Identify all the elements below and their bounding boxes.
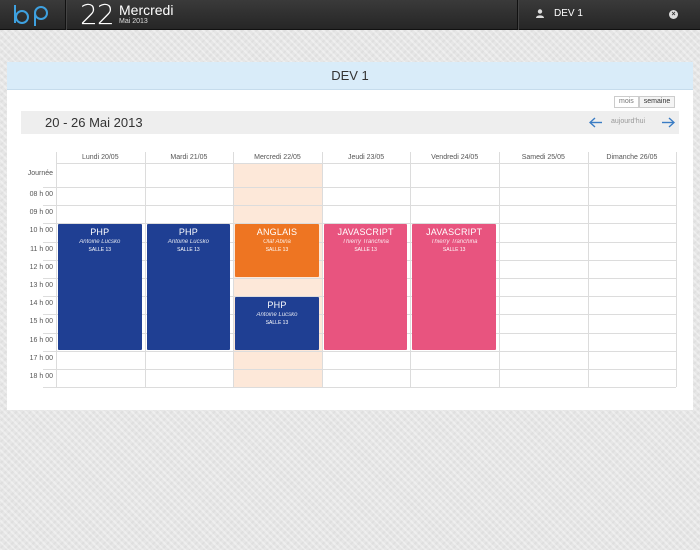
event-title: JAVASCRIPT bbox=[337, 227, 394, 238]
hour-label: 10 h 00 bbox=[29, 227, 53, 235]
grid-line bbox=[43, 187, 677, 188]
event-teacher: Antoine Lucsko bbox=[167, 239, 209, 246]
event-room: SALLE 13 bbox=[354, 247, 377, 254]
event-block[interactable]: ANGLAIS Olaf Abina SALLE 13 bbox=[235, 224, 319, 277]
arrow-left-icon[interactable] bbox=[589, 117, 603, 128]
close-icon[interactable]: × bbox=[669, 10, 678, 19]
user-menu[interactable]: DEV 1 × bbox=[517, 0, 700, 30]
hour-label: 14 h 00 bbox=[29, 300, 53, 308]
hour-label: 09 h 00 bbox=[29, 209, 53, 217]
grid-line bbox=[43, 369, 677, 370]
event-block[interactable]: PHP Antoine Lucsko SALLE 13 bbox=[58, 224, 142, 350]
today-button[interactable]: aujourd'hui bbox=[611, 118, 645, 125]
event-block[interactable]: JAVASCRIPT Thierry Tranchina SALLE 13 bbox=[412, 224, 496, 350]
day-header-tuesday: Mardi 21/05 bbox=[170, 154, 208, 161]
view-toggle: mois semaine bbox=[614, 96, 676, 108]
hour-label: 11 h 00 bbox=[30, 245, 53, 253]
event-room: SALLE 13 bbox=[265, 247, 289, 254]
event-teacher: Antoine Lucsko bbox=[256, 312, 298, 319]
day-header-thursday: Jeudi 23/05 bbox=[347, 154, 385, 161]
event-room: SALLE 13 bbox=[177, 247, 200, 254]
week-calendar: Lundi 20/05 Mardi 21/05 Mercredi 22/05 J… bbox=[21, 152, 678, 392]
event-room: SALLE 13 bbox=[265, 320, 289, 327]
hour-label: 08 h 00 bbox=[29, 191, 53, 198]
event-title: PHP bbox=[267, 300, 287, 311]
day-header-wednesday: Mercredi 22/05 bbox=[254, 154, 301, 161]
day-header-saturday: Samedi 25/05 bbox=[521, 154, 565, 161]
arrow-right-icon[interactable] bbox=[661, 117, 675, 128]
schedule-panel: DEV 1 mois semaine 20 - 26 Mai 2013 aujo… bbox=[7, 62, 693, 410]
app-logo[interactable] bbox=[0, 0, 66, 30]
calendar-toolbar: 20 - 26 Mai 2013 aujourd'hui bbox=[21, 111, 679, 134]
view-month-button[interactable]: mois bbox=[614, 96, 639, 108]
grid-line bbox=[56, 163, 677, 164]
user-icon bbox=[536, 9, 544, 18]
allday-label: Journée bbox=[27, 170, 53, 177]
event-title: ANGLAIS bbox=[256, 227, 298, 238]
event-title: JAVASCRIPT bbox=[426, 227, 483, 238]
event-teacher: Thierry Tranchina bbox=[430, 239, 478, 246]
event-room: SALLE 13 bbox=[442, 247, 466, 254]
hour-label: 13 h 00 bbox=[29, 282, 53, 289]
event-teacher: Olaf Abina bbox=[263, 239, 291, 246]
event-teacher: Thierry Tranchina bbox=[342, 239, 389, 246]
event-teacher: Antoine Lucsko bbox=[79, 239, 121, 246]
logo-icon bbox=[13, 5, 48, 26]
hour-label: 18 h 00 bbox=[29, 373, 53, 380]
top-bar: 22 Mercredi Mai 2013 DEV 1 × bbox=[0, 0, 700, 30]
day-header-sunday: Dimanche 26/05 bbox=[606, 154, 658, 161]
hour-label: 16 h 00 bbox=[29, 336, 53, 344]
day-header-friday: Vendredi 24/05 bbox=[431, 154, 479, 161]
grid-line bbox=[43, 350, 677, 352]
date-range-title: 20 - 26 Mai 2013 bbox=[45, 115, 143, 130]
event-block[interactable]: JAVASCRIPT Thierry Tranchina SALLE 13 bbox=[323, 224, 408, 350]
panel-title: DEV 1 bbox=[7, 62, 693, 90]
hour-label: 15 h 00 bbox=[29, 318, 53, 326]
hour-label: 12 h 00 bbox=[29, 263, 53, 271]
hour-label: 17 h 00 bbox=[29, 354, 53, 362]
view-week-button[interactable]: semaine bbox=[638, 96, 676, 108]
grid-line bbox=[43, 387, 677, 389]
event-block[interactable]: PHP Antoine Lucsko SALLE 13 bbox=[235, 297, 319, 350]
user-name: DEV 1 bbox=[554, 8, 583, 19]
grid-line bbox=[43, 205, 677, 207]
event-title: PHP bbox=[178, 227, 198, 238]
grid-line bbox=[676, 152, 678, 388]
day-header-monday: Lundi 20/05 bbox=[82, 154, 119, 161]
event-title: PHP bbox=[90, 227, 110, 238]
current-weekday: Mercredi bbox=[119, 2, 174, 18]
current-month-year: Mai 2013 bbox=[119, 18, 148, 25]
event-block[interactable]: PHP Antoine Lucsko SALLE 13 bbox=[146, 224, 231, 350]
current-day-number: 22 bbox=[80, 0, 115, 31]
event-room: SALLE 13 bbox=[88, 247, 112, 254]
